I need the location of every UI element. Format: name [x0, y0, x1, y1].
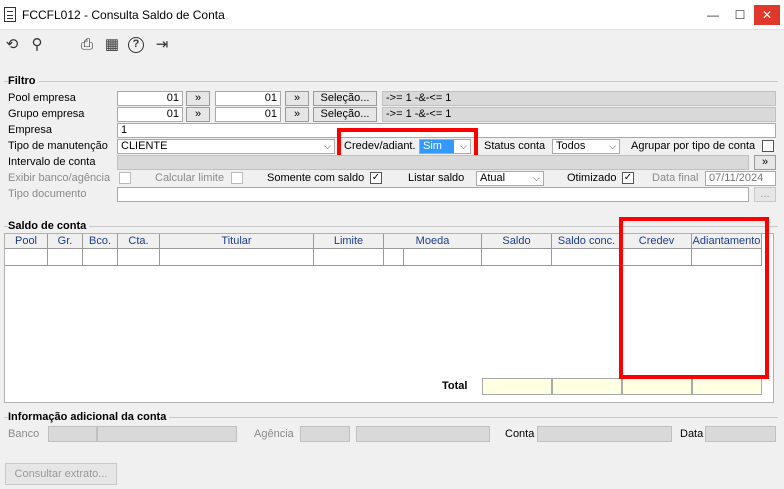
- calendar-icon[interactable]: ▦: [103, 36, 121, 54]
- pool-expression: ->= 1 -&-<= 1: [382, 91, 776, 106]
- banco-name-input: [97, 426, 237, 442]
- tipo-documento-label: Tipo documento: [8, 188, 87, 200]
- somente-saldo-label: Somente com saldo: [267, 172, 365, 184]
- col-header-saldo-conc[interactable]: Saldo conc.: [552, 234, 622, 249]
- grupo-from-input[interactable]: 01: [117, 107, 183, 122]
- status-conta-value: Todos: [556, 140, 586, 152]
- listar-saldo-select[interactable]: Atual ⌵: [476, 171, 544, 186]
- col-header-gr[interactable]: Gr.: [48, 234, 83, 249]
- title-bar: FCCFL012 - Consulta Saldo de Conta — ☐ ✕: [0, 0, 784, 30]
- chevron-down-icon: ⌵: [324, 141, 331, 151]
- cell-moeda-code[interactable]: [384, 249, 404, 266]
- consultar-extrato-button[interactable]: Consultar extrato...: [5, 463, 117, 485]
- intervalo-conta-label: Intervalo de conta: [8, 156, 96, 168]
- pool-arrow2-button[interactable]: »: [285, 91, 309, 106]
- window-title: FCCFL012 - Consulta Saldo de Conta: [22, 8, 225, 22]
- tipo-documento-button[interactable]: ...: [754, 187, 776, 202]
- minimize-button[interactable]: —: [700, 5, 726, 25]
- document-icon: [4, 7, 16, 22]
- cell-limite[interactable]: [314, 249, 384, 266]
- grupo-arrow-button[interactable]: »: [186, 107, 210, 122]
- empresa-label: Empresa: [8, 124, 53, 136]
- cell-bco[interactable]: [83, 249, 118, 266]
- conta-input: [537, 426, 672, 442]
- somente-saldo-checkbox[interactable]: ✓: [370, 172, 382, 184]
- col-header-saldo[interactable]: Saldo: [482, 234, 552, 249]
- exit-icon[interactable]: ⇥: [153, 36, 171, 54]
- agencia-code-input: [300, 426, 350, 442]
- cell-titular[interactable]: [160, 249, 314, 266]
- col-header-limite[interactable]: Limite: [314, 234, 384, 249]
- col-header-moeda[interactable]: Moeda: [384, 234, 482, 249]
- data-label: Data: [680, 428, 704, 440]
- cell-moeda[interactable]: [404, 249, 482, 266]
- tipo-documento-input[interactable]: [117, 187, 749, 202]
- total-adiantamento: [692, 378, 762, 395]
- cell-saldo-conc[interactable]: [552, 249, 622, 266]
- calcular-limite-checkbox[interactable]: [231, 172, 243, 184]
- print-icon[interactable]: ⎙: [78, 36, 96, 54]
- status-conta-label: Status conta: [484, 140, 546, 152]
- data-final-input[interactable]: 07/11/2024: [705, 171, 776, 186]
- col-header-cta[interactable]: Cta.: [118, 234, 160, 249]
- total-saldo-conc: [552, 378, 622, 395]
- listar-saldo-value: Atual: [480, 172, 506, 184]
- filtro-group-title: Filtro: [8, 75, 39, 87]
- banco-label: Banco: [8, 428, 40, 440]
- help-glyph: ?: [132, 38, 140, 50]
- cell-cta[interactable]: [118, 249, 160, 266]
- grupo-to-input[interactable]: 01: [215, 107, 281, 122]
- cell-gr[interactable]: [48, 249, 83, 266]
- refresh-icon[interactable]: ⟲: [3, 36, 21, 54]
- agencia-label: Agência: [254, 428, 294, 440]
- total-label: Total: [442, 380, 468, 392]
- tipo-manutencao-select[interactable]: CLIENTE ⌵: [117, 139, 335, 154]
- saldo-group-title: Saldo de conta: [8, 220, 90, 232]
- tipo-manutencao-value: CLIENTE: [121, 140, 168, 152]
- agrupar-checkbox[interactable]: [762, 140, 774, 152]
- credev-adiantamento-highlight: [619, 217, 769, 379]
- exibir-banco-checkbox[interactable]: [119, 172, 131, 184]
- otimizado-label: Otimizado: [567, 172, 617, 184]
- col-header-titular[interactable]: Titular: [160, 234, 314, 249]
- col-header-bco[interactable]: Bco.: [83, 234, 118, 249]
- agrupar-label: Agrupar por tipo de conta: [631, 140, 756, 152]
- pool-arrow-button[interactable]: »: [186, 91, 210, 106]
- pool-empresa-label: Pool empresa: [8, 92, 76, 104]
- tipo-manutencao-label: Tipo de manutenção: [8, 140, 108, 152]
- banco-code-input: [48, 426, 97, 442]
- maximize-button[interactable]: ☐: [727, 5, 753, 25]
- chevron-down-icon: ⌵: [609, 141, 616, 151]
- pool-selecao-button[interactable]: Seleção...: [313, 91, 377, 106]
- intervalo-arrow-button[interactable]: »: [754, 155, 776, 170]
- listar-saldo-label: Listar saldo: [408, 172, 465, 184]
- grupo-selecao-button[interactable]: Seleção...: [313, 107, 377, 122]
- intervalo-conta-input: [117, 155, 749, 170]
- col-header-pool[interactable]: Pool: [5, 234, 48, 249]
- cell-saldo[interactable]: [482, 249, 552, 266]
- total-saldo: [482, 378, 552, 395]
- help-icon[interactable]: ?: [128, 37, 144, 53]
- chevron-down-icon: ⌵: [533, 173, 540, 183]
- total-credev: [622, 378, 692, 395]
- calcular-limite-label: Calcular limite: [155, 172, 225, 184]
- pool-to-input[interactable]: 01: [215, 91, 281, 106]
- conta-label: Conta: [505, 428, 535, 440]
- otimizado-checkbox[interactable]: ✓: [622, 172, 634, 184]
- grupo-expression: ->= 1 -&-<= 1: [382, 107, 776, 122]
- info-group-title: Informação adicional da conta: [8, 411, 170, 423]
- cell-pool[interactable]: [5, 249, 48, 266]
- agencia-name-input: [356, 426, 490, 442]
- data-final-label: Data final: [652, 172, 699, 184]
- exibir-banco-label: Exibir banco/agência: [8, 172, 111, 184]
- grupo-empresa-label: Grupo empresa: [8, 108, 85, 120]
- search-icon[interactable]: ⚲: [28, 36, 46, 54]
- status-conta-select[interactable]: Todos ⌵: [552, 139, 620, 154]
- filtro-group-line: [4, 81, 778, 82]
- data-input: [705, 426, 776, 442]
- grupo-arrow2-button[interactable]: »: [285, 107, 309, 122]
- pool-from-input[interactable]: 01: [117, 91, 183, 106]
- close-button[interactable]: ✕: [754, 5, 780, 25]
